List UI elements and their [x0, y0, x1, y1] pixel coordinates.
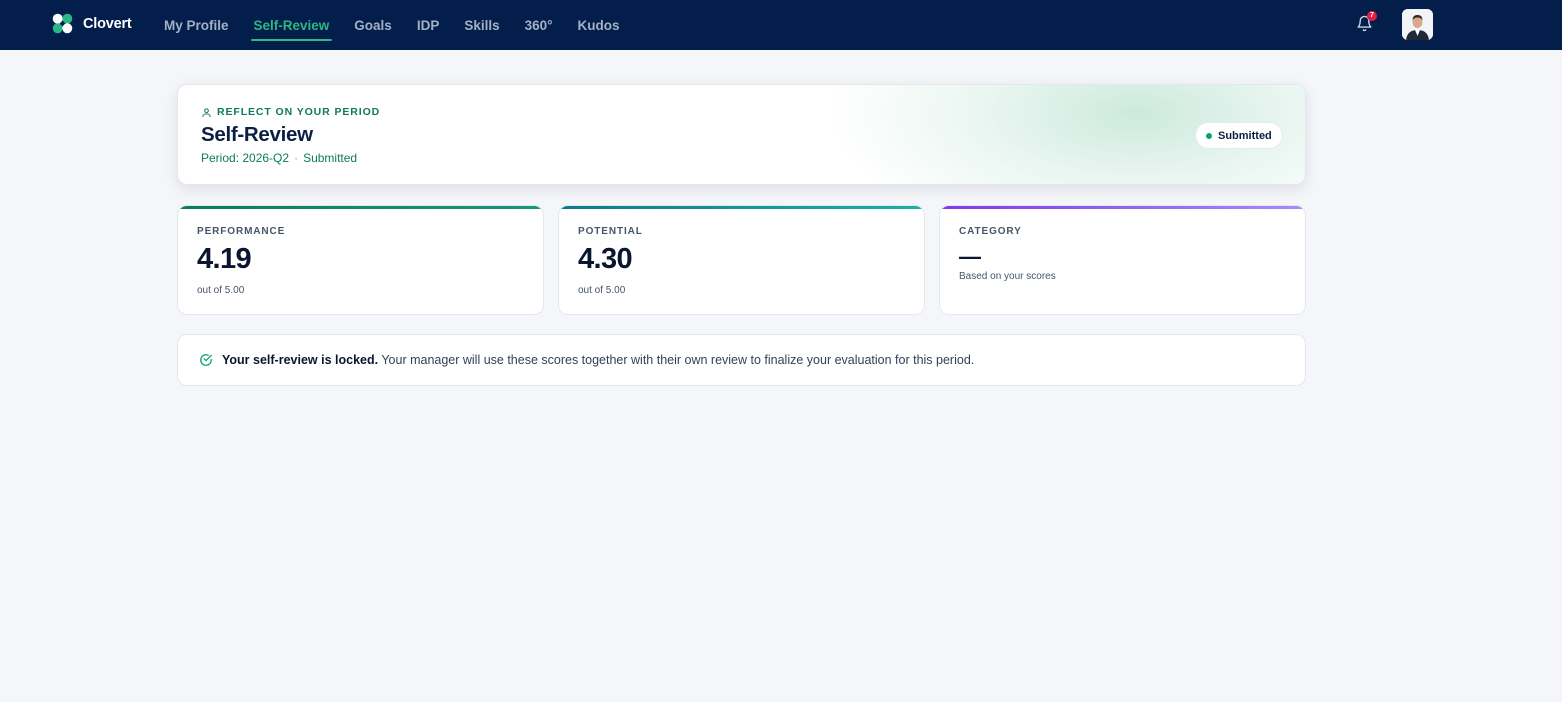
performance-accent-bar	[178, 206, 543, 209]
clover-logo-icon	[52, 13, 73, 34]
separator: ·	[294, 151, 299, 165]
category-card: CATEGORY — Based on your scores	[939, 205, 1306, 315]
eyebrow: REFLECT ON YOUR PERIOD	[201, 106, 380, 118]
potential-value: 4.30	[578, 243, 633, 275]
potential-accent-bar	[559, 206, 924, 209]
check-circle-icon	[200, 354, 212, 366]
performance-label: PERFORMANCE	[197, 226, 286, 237]
nav-item-kudos[interactable]: Kudos	[578, 0, 620, 50]
performance-value: 4.19	[197, 243, 252, 275]
notifications-button[interactable]: 7	[1356, 11, 1377, 35]
locked-notice: Your self-review is locked. Your manager…	[177, 334, 1306, 386]
nav-item-goals[interactable]: Goals	[354, 0, 392, 50]
user-avatar	[1402, 9, 1433, 40]
notification-count-badge: 7	[1367, 11, 1377, 21]
notice-strong: Your self-review is locked.	[222, 353, 379, 367]
category-label: CATEGORY	[959, 226, 1022, 237]
brand-name: Clovert	[83, 15, 132, 32]
nav-item-self-review[interactable]: Self-Review	[250, 0, 333, 50]
user-icon	[202, 107, 211, 117]
potential-card: POTENTIAL 4.30 out of 5.00	[558, 205, 925, 315]
notice-body: Your manager will use these scores toget…	[381, 353, 975, 367]
period-status-text: Submitted	[303, 151, 358, 165]
user-avatar-button[interactable]	[1402, 9, 1433, 40]
nav-item-skills[interactable]: Skills	[464, 0, 499, 50]
category-caption: Based on your scores	[959, 271, 1056, 282]
period-text: Period: 2026-Q2	[201, 151, 290, 165]
top-navbar: Clovert My Profile Self-Review Goals IDP…	[0, 0, 1562, 50]
nav-item-360[interactable]: 360°	[525, 0, 553, 50]
period-line: Period: 2026-Q2 · Submitted	[201, 151, 357, 165]
main-nav: My Profile Self-Review Goals IDP Skills …	[164, 0, 645, 50]
status-badge: Submitted	[1195, 122, 1283, 149]
nav-item-my-profile[interactable]: My Profile	[164, 0, 229, 50]
notice-text: Your self-review is locked. Your manager…	[222, 353, 974, 367]
eyebrow-text: REFLECT ON YOUR PERIOD	[217, 106, 381, 118]
nav-item-idp[interactable]: IDP	[417, 0, 440, 50]
potential-caption: out of 5.00	[578, 285, 626, 296]
performance-card: PERFORMANCE 4.19 out of 5.00	[177, 205, 544, 315]
category-accent-bar	[940, 206, 1305, 209]
brand-home-link[interactable]: Clovert	[51, 12, 132, 35]
self-review-header-card: REFLECT ON YOUR PERIOD Self-Review Perio…	[177, 84, 1306, 185]
page-title: Self-Review	[201, 123, 313, 146]
status-badge-label: Submitted	[1218, 129, 1272, 142]
performance-caption: out of 5.00	[197, 285, 245, 296]
potential-label: POTENTIAL	[578, 226, 643, 237]
category-value: —	[959, 244, 981, 269]
status-dot	[1206, 132, 1212, 139]
